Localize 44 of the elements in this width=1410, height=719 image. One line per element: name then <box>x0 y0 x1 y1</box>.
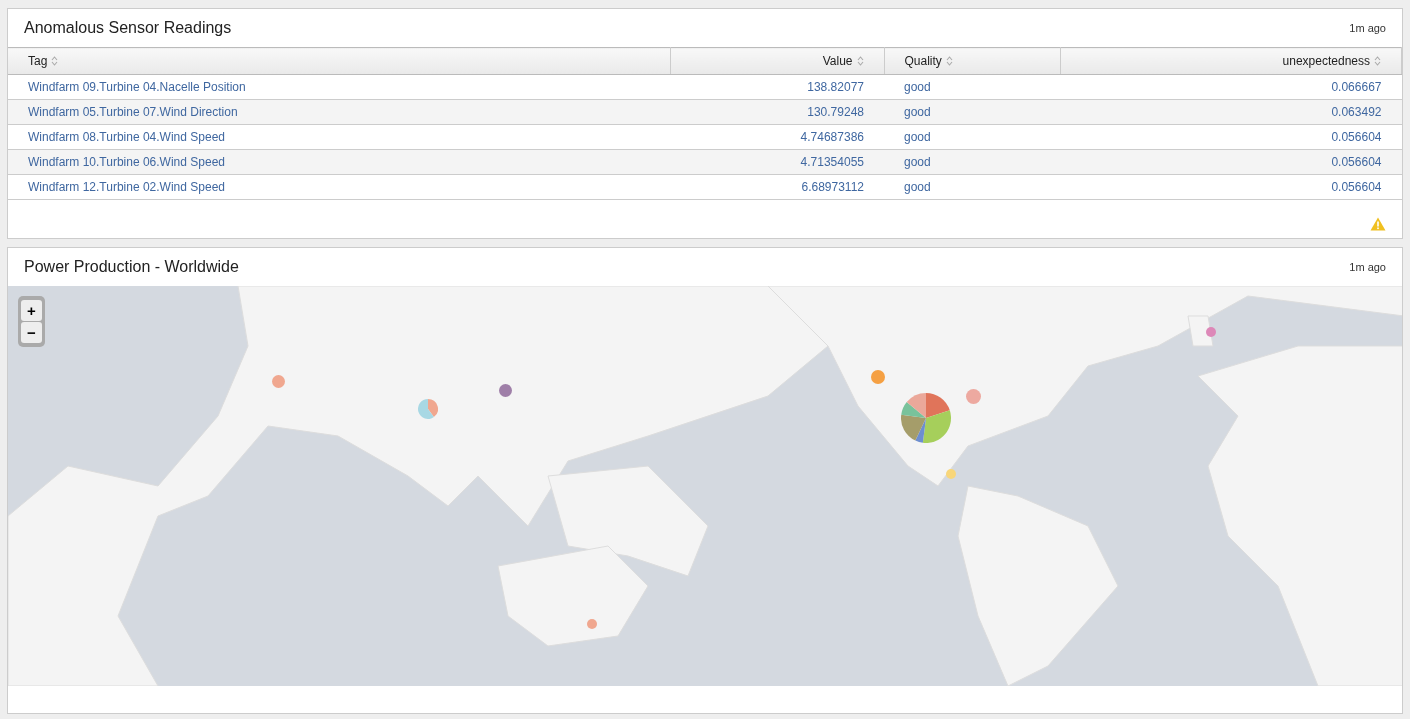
table-link[interactable]: good <box>904 105 931 119</box>
column-header[interactable]: unexpectedness <box>1060 47 1402 75</box>
updated-time: 1m ago <box>1349 259 1386 275</box>
table-link[interactable]: 130.79248 <box>807 105 864 119</box>
table-link[interactable]: 4.74687386 <box>800 130 864 144</box>
pie-marker[interactable] <box>901 393 951 443</box>
pie-marker[interactable] <box>418 399 438 419</box>
zoom-out-button[interactable]: − <box>21 322 42 343</box>
sort-icon <box>856 56 864 66</box>
column-header[interactable]: Value <box>670 47 884 75</box>
map-marker[interactable] <box>1206 327 1216 337</box>
sort-icon <box>51 56 59 66</box>
table-link[interactable]: Windfarm 12.Turbine 02.Wind Speed <box>28 180 225 194</box>
table-link[interactable]: 0.066667 <box>1331 80 1382 94</box>
warning-icon <box>1370 217 1386 231</box>
panel-title: Power Production - Worldwide <box>24 257 239 277</box>
table-link[interactable]: 0.056604 <box>1331 155 1382 169</box>
sort-icon <box>1374 56 1381 66</box>
zoom-in-button[interactable]: + <box>21 300 42 321</box>
column-header[interactable]: Tag <box>8 47 670 75</box>
table-link[interactable]: 138.82077 <box>807 80 864 94</box>
table-link[interactable]: good <box>904 80 931 94</box>
map-marker[interactable] <box>965 388 981 404</box>
table-link[interactable]: 4.71354055 <box>800 155 864 169</box>
table-link[interactable]: good <box>904 130 931 144</box>
sort-icon <box>945 56 953 66</box>
map-marker[interactable] <box>946 469 956 479</box>
table-link[interactable]: Windfarm 08.Turbine 04.Wind Speed <box>28 130 225 144</box>
column-header[interactable]: Quality <box>884 47 1060 75</box>
panel-title: Anomalous Sensor Readings <box>24 18 232 38</box>
table-link[interactable]: 0.063492 <box>1331 105 1382 119</box>
table-link[interactable]: 0.056604 <box>1331 130 1382 144</box>
table-link[interactable]: 0.056604 <box>1331 180 1382 194</box>
table-link[interactable]: good <box>904 180 931 194</box>
table-link[interactable]: Windfarm 09.Turbine 04.Nacelle Position <box>28 80 246 94</box>
map-marker[interactable] <box>871 370 885 384</box>
table-link[interactable]: Windfarm 05.Turbine 07.Wind Direction <box>28 105 238 119</box>
map-marker[interactable] <box>587 619 597 629</box>
map-marker[interactable] <box>271 374 285 388</box>
table-link[interactable]: good <box>904 155 931 169</box>
updated-time: 1m ago <box>1349 20 1386 36</box>
map-marker[interactable] <box>498 383 512 397</box>
table-link[interactable]: 6.68973112 <box>801 180 864 194</box>
table-link[interactable]: Windfarm 10.Turbine 06.Wind Speed <box>28 155 225 169</box>
